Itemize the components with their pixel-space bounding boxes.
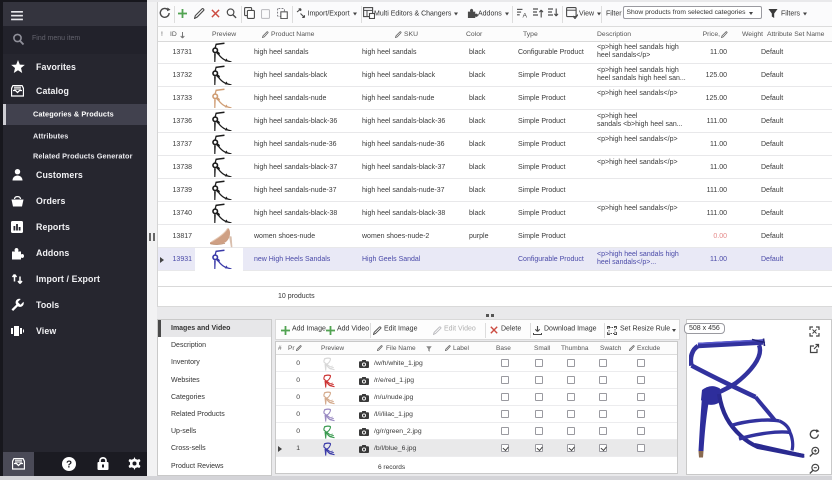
svg-text:?: ? xyxy=(66,460,72,471)
svg-text:A: A xyxy=(522,13,527,18)
